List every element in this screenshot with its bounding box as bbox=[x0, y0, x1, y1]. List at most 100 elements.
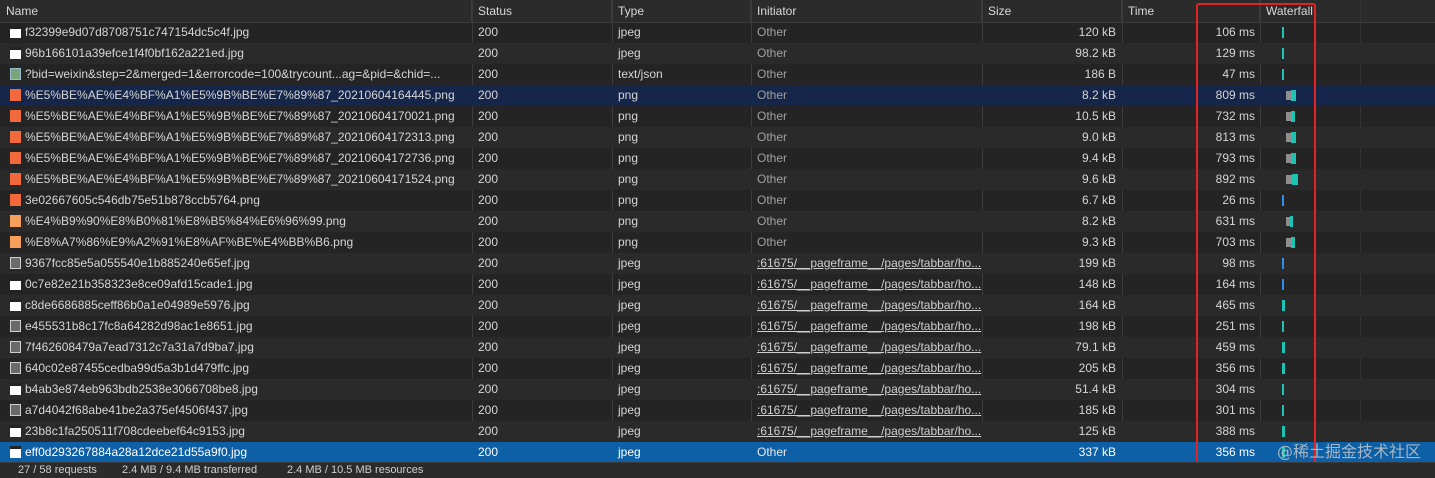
request-time: 356 ms bbox=[1215, 361, 1255, 375]
table-row[interactable]: f32399e9d07d8708751c747154dc5c4f.jpg 200 j… bbox=[0, 22, 1435, 43]
request-name-cell[interactable]: 23b8c1fa250511f708cdeebef64c9153.jpg bbox=[10, 421, 472, 442]
request-status: 200 bbox=[478, 151, 499, 165]
table-row[interactable]: 3e02667605c546db75e51b878ccb5764.png 200 p… bbox=[0, 190, 1435, 211]
request-name-cell[interactable]: %E4%B9%90%E8%B0%81%E8%B5%84%E6%96%99.png bbox=[10, 211, 472, 232]
request-size: 205 kB bbox=[1078, 361, 1116, 375]
png-file-icon bbox=[10, 152, 21, 164]
table-row[interactable]: eff0d293267884a28a12dce21d55a9f0.jpg 200 j… bbox=[0, 442, 1435, 463]
request-initiator: Other bbox=[757, 193, 788, 207]
table-row[interactable]: %E8%A7%86%E9%A2%91%E8%AF%BE%E4%BB%B6.png… bbox=[0, 232, 1435, 253]
request-type: png bbox=[618, 109, 639, 123]
request-name-cell[interactable]: %E8%A7%86%E9%A2%91%E8%AF%BE%E4%BB%B6.png bbox=[10, 232, 472, 253]
request-type: text/json bbox=[618, 67, 663, 81]
request-time: 459 ms bbox=[1215, 340, 1255, 354]
table-row[interactable]: %E5%BE%AE%E4%BF%A1%E5%9B%BE%E7%89%87_202… bbox=[0, 169, 1435, 190]
waterfall-cell bbox=[1260, 190, 1435, 211]
table-row[interactable]: %E5%BE%AE%E4%BF%A1%E5%9B%BE%E7%89%87_202… bbox=[0, 106, 1435, 127]
table-row[interactable]: 96b166101a39efce1f4f0bf162a221ed.jpg 200 j… bbox=[0, 43, 1435, 64]
column-header-type[interactable]: Type bbox=[612, 0, 751, 22]
table-row[interactable]: a7d4042f68abe41be2a375ef4506f437.jpg 200 j… bbox=[0, 400, 1435, 421]
request-size: 9.6 kB bbox=[1081, 172, 1116, 186]
request-initiator[interactable]: :61675/__pageframe__/pages/tabbar/ho... bbox=[751, 400, 982, 421]
column-header-waterfall[interactable]: Waterfall bbox=[1260, 0, 1435, 22]
request-initiator: Other bbox=[757, 151, 788, 165]
request-initiator[interactable]: :61675/__pageframe__/pages/tabbar/ho... bbox=[751, 337, 982, 358]
request-size: 8.2 kB bbox=[1081, 214, 1116, 228]
request-name: 3e02667605c546db75e51b878ccb5764.png bbox=[25, 193, 260, 207]
photo-file-icon bbox=[10, 257, 21, 269]
transferred-size: 2.4 MB / 9.4 MB transferred bbox=[122, 464, 258, 476]
waterfall-download-bar bbox=[1282, 363, 1285, 374]
column-header-size[interactable]: Size bbox=[982, 0, 1122, 22]
table-row[interactable]: 9367fcc85e5a055540e1b885240e65ef.jpg 200 j… bbox=[0, 253, 1435, 274]
request-initiator: Other bbox=[757, 25, 788, 39]
request-initiator[interactable]: :61675/__pageframe__/pages/tabbar/ho... bbox=[751, 295, 982, 316]
request-name-cell[interactable]: 0c7e82e21b358323e8ce09afd15cade1.jpg bbox=[10, 274, 472, 295]
request-time: 388 ms bbox=[1215, 424, 1255, 438]
request-status: 200 bbox=[478, 67, 499, 81]
request-name-cell[interactable]: eff0d293267884a28a12dce21d55a9f0.jpg bbox=[10, 442, 472, 463]
table-row[interactable]: 23b8c1fa250511f708cdeebef64c9153.jpg 200 j… bbox=[0, 421, 1435, 442]
request-name-cell[interactable]: ?bid=weixin&step=2&merged=1&errorcode=10… bbox=[10, 64, 472, 85]
request-name-cell[interactable]: %E5%BE%AE%E4%BF%A1%E5%9B%BE%E7%89%87_202… bbox=[10, 106, 472, 127]
request-name-cell[interactable]: f32399e9d07d8708751c747154dc5c4f.jpg bbox=[10, 22, 472, 43]
request-initiator[interactable]: :61675/__pageframe__/pages/tabbar/ho... bbox=[751, 379, 982, 400]
request-name-cell[interactable]: %E5%BE%AE%E4%BF%A1%E5%9B%BE%E7%89%87_202… bbox=[10, 127, 472, 148]
request-initiator: Other bbox=[757, 88, 788, 102]
request-name-cell[interactable]: b4ab3e874eb963bdb2538e3066708be8.jpg bbox=[10, 379, 472, 400]
request-initiator: Other bbox=[757, 109, 788, 123]
request-name-cell[interactable]: 7f462608479a7ead7312c7a31a7d9ba7.jpg bbox=[10, 337, 472, 358]
request-initiator[interactable]: :61675/__pageframe__/pages/tabbar/ho... bbox=[751, 421, 982, 442]
column-header-time[interactable]: Time bbox=[1122, 0, 1260, 22]
request-initiator[interactable]: :61675/__pageframe__/pages/tabbar/ho... bbox=[751, 274, 982, 295]
request-initiator: Other bbox=[757, 445, 788, 459]
request-name-cell[interactable]: %E5%BE%AE%E4%BF%A1%E5%9B%BE%E7%89%87_202… bbox=[10, 85, 472, 106]
table-row[interactable]: e455531b8c17fc8a64282d98ac1e8651.jpg 200 j… bbox=[0, 316, 1435, 337]
request-name: eff0d293267884a28a12dce21d55a9f0.jpg bbox=[25, 445, 247, 459]
waterfall-download-bar bbox=[1282, 69, 1284, 80]
request-initiator[interactable]: :61675/__pageframe__/pages/tabbar/ho... bbox=[751, 253, 982, 274]
request-time: 892 ms bbox=[1215, 172, 1255, 186]
request-name-cell[interactable]: 640c02e87455cedba99d5a3b1d479ffc.jpg bbox=[10, 358, 472, 379]
network-request-table: Name Status Type Initiator Size Time Wat… bbox=[0, 0, 1435, 463]
request-name-cell[interactable]: %E5%BE%AE%E4%BF%A1%E5%9B%BE%E7%89%87_202… bbox=[10, 148, 472, 169]
request-type: jpeg bbox=[618, 46, 641, 60]
request-name-cell[interactable]: 96b166101a39efce1f4f0bf162a221ed.jpg bbox=[10, 43, 472, 64]
table-row[interactable]: %E5%BE%AE%E4%BF%A1%E5%9B%BE%E7%89%87_202… bbox=[0, 85, 1435, 106]
request-size: 9.4 kB bbox=[1081, 151, 1116, 165]
request-time: 98 ms bbox=[1222, 256, 1255, 270]
image-file-icon bbox=[10, 299, 21, 311]
waterfall-cell bbox=[1260, 22, 1435, 43]
column-header-initiator[interactable]: Initiator bbox=[751, 0, 982, 22]
image-file-icon bbox=[10, 383, 21, 395]
request-time: 129 ms bbox=[1215, 46, 1255, 60]
table-row[interactable]: %E4%B9%90%E8%B0%81%E8%B5%84%E6%96%99.png… bbox=[0, 211, 1435, 232]
request-size: 185 kB bbox=[1078, 403, 1116, 417]
request-name-cell[interactable]: %E5%BE%AE%E4%BF%A1%E5%9B%BE%E7%89%87_202… bbox=[10, 169, 472, 190]
table-row[interactable]: ?bid=weixin&step=2&merged=1&errorcode=10… bbox=[0, 64, 1435, 85]
request-name-cell[interactable]: e455531b8c17fc8a64282d98ac1e8651.jpg bbox=[10, 316, 472, 337]
table-row[interactable]: %E5%BE%AE%E4%BF%A1%E5%9B%BE%E7%89%87_202… bbox=[0, 127, 1435, 148]
table-row[interactable]: 7f462608479a7ead7312c7a31a7d9ba7.jpg 200 j… bbox=[0, 337, 1435, 358]
table-row[interactable]: 640c02e87455cedba99d5a3b1d479ffc.jpg 200 j… bbox=[0, 358, 1435, 379]
image-file-icon bbox=[10, 278, 21, 290]
column-header-status[interactable]: Status bbox=[472, 0, 612, 22]
request-name-cell[interactable]: c8de6686885ceff86b0a1e04989e5976.jpg bbox=[10, 295, 472, 316]
waterfall-cell bbox=[1260, 211, 1435, 232]
request-type: png bbox=[618, 88, 639, 102]
waterfall-download-bar bbox=[1282, 258, 1284, 269]
column-header-name[interactable]: Name bbox=[0, 0, 472, 22]
request-name-cell[interactable]: 3e02667605c546db75e51b878ccb5764.png bbox=[10, 190, 472, 211]
table-row[interactable]: c8de6686885ceff86b0a1e04989e5976.jpg 200 j… bbox=[0, 295, 1435, 316]
table-row[interactable]: 0c7e82e21b358323e8ce09afd15cade1.jpg 200 j… bbox=[0, 274, 1435, 295]
request-initiator[interactable]: :61675/__pageframe__/pages/tabbar/ho... bbox=[751, 358, 982, 379]
request-status: 200 bbox=[478, 256, 499, 270]
table-row[interactable]: b4ab3e874eb963bdb2538e3066708be8.jpg 200 j… bbox=[0, 379, 1435, 400]
request-name-cell[interactable]: a7d4042f68abe41be2a375ef4506f437.jpg bbox=[10, 400, 472, 421]
table-row[interactable]: %E5%BE%AE%E4%BF%A1%E5%9B%BE%E7%89%87_202… bbox=[0, 148, 1435, 169]
request-size: 9.0 kB bbox=[1081, 130, 1116, 144]
request-name-cell[interactable]: 9367fcc85e5a055540e1b885240e65ef.jpg bbox=[10, 253, 472, 274]
request-type: jpeg bbox=[618, 319, 641, 333]
request-initiator[interactable]: :61675/__pageframe__/pages/tabbar/ho... bbox=[751, 316, 982, 337]
request-initiator: Other bbox=[757, 67, 788, 81]
